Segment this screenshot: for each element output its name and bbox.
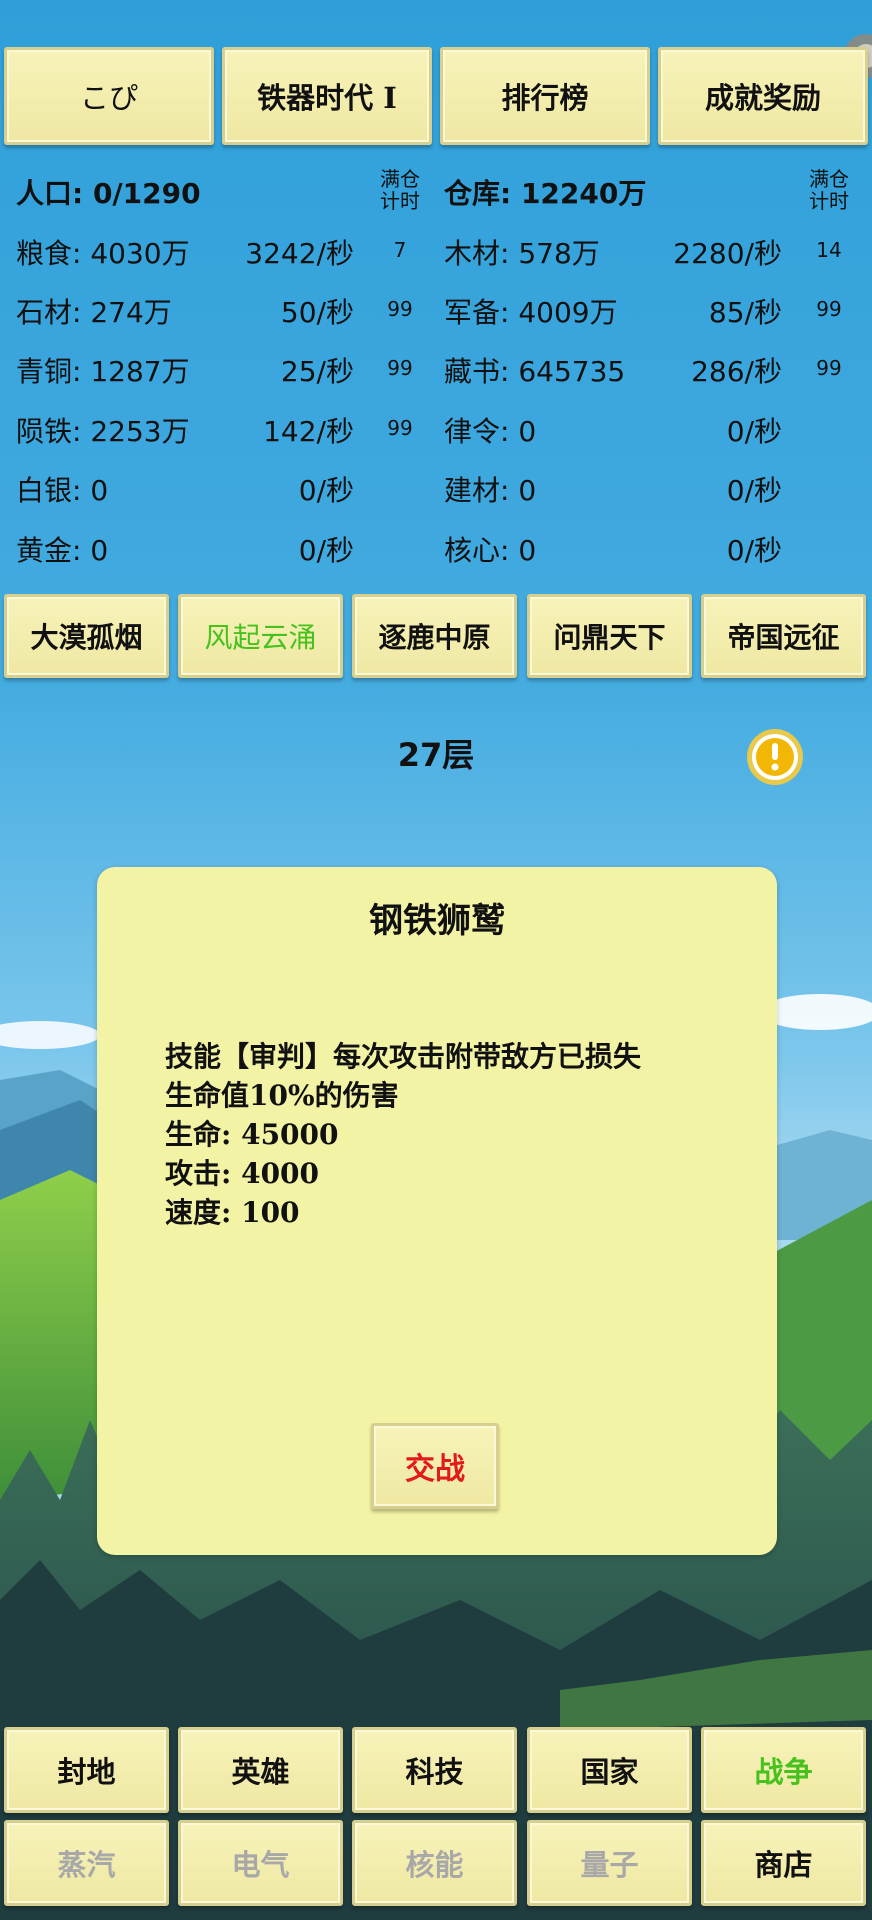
resource-books-full: 99 (816, 356, 842, 380)
enemy-skill-line-1: 技能【审判】每次攻击附带敌方已损失 (165, 1040, 642, 1073)
resource-silver: 白银: 0 (16, 474, 109, 507)
resource-decree: 律令: 0 (444, 415, 537, 448)
nav-quantum[interactable]: 量子 (527, 1820, 692, 1906)
full-timer-header-left: 满仓 计时 (380, 167, 420, 213)
top-button-achievements[interactable]: 成就奖励 (658, 47, 868, 145)
resource-stone-rate: 50/秒 (280, 296, 354, 329)
resource-books: 藏书: 645735 (444, 355, 626, 388)
resource-armament-full: 99 (816, 297, 842, 321)
population-label: 人口: 0/1290 (16, 177, 201, 210)
resource-bronze-rate: 25/秒 (280, 355, 354, 388)
chapter-tab-5[interactable]: 帝国远征 (701, 594, 866, 678)
enemy-info-dialog: 钢铁狮鹫 技能【审判】每次攻击附带敌方已损失 生命值10%的伤害 生命: 450… (97, 867, 777, 1555)
resource-silver-rate: 0/秒 (298, 474, 354, 507)
nav-shop[interactable]: 商店 (701, 1820, 866, 1906)
nav-electric[interactable]: 电气 (178, 1820, 343, 1906)
chapter-tab-3[interactable]: 逐鹿中原 (352, 594, 517, 678)
resource-core: 核心: 0 (444, 534, 537, 567)
top-button-player-name[interactable]: こぴ (4, 47, 214, 145)
resource-armament: 军备: 4009万 (444, 296, 618, 329)
full-timer-header-right: 满仓 计时 (809, 167, 849, 213)
enemy-skill-line-2: 生命值10%的伤害 (165, 1079, 399, 1112)
enemy-speed: 速度: 100 (165, 1196, 300, 1229)
resource-core-rate: 0/秒 (726, 534, 782, 567)
resource-bronze-full: 99 (387, 356, 413, 380)
top-button-ranking[interactable]: 排行榜 (440, 47, 650, 145)
nav-fief[interactable]: 封地 (4, 1727, 169, 1813)
nav-nuclear[interactable]: 核能 (352, 1820, 517, 1906)
resource-wood-rate: 2280/秒 (673, 237, 782, 270)
chapter-tab-2[interactable]: 风起云涌 (178, 594, 343, 678)
top-button-era[interactable]: 铁器时代 Ⅰ (222, 47, 432, 145)
nav-heroes[interactable]: 英雄 (178, 1727, 343, 1813)
resource-gold: 黄金: 0 (16, 534, 109, 567)
resource-wood-full: 14 (816, 238, 842, 262)
nav-war[interactable]: 战争 (701, 1727, 866, 1813)
resource-food-rate: 3242/秒 (245, 237, 354, 270)
resource-meteoric-iron-rate: 142/秒 (263, 415, 354, 448)
resource-meteoric-iron-full: 99 (387, 416, 413, 440)
warehouse-label: 仓库: 12240万 (444, 177, 647, 210)
resource-books-rate: 286/秒 (691, 355, 782, 388)
nav-nation[interactable]: 国家 (527, 1727, 692, 1813)
exclamation-alert-icon[interactable] (746, 728, 804, 786)
resource-building-material: 建材: 0 (444, 474, 537, 507)
resource-food-full: 7 (393, 238, 407, 262)
resource-stone-full: 99 (387, 297, 413, 321)
resource-decree-rate: 0/秒 (726, 415, 782, 448)
resource-building-material-rate: 0/秒 (726, 474, 782, 507)
enemy-details: 技能【审判】每次攻击附带敌方已损失 生命值10%的伤害 生命: 45000 攻击… (165, 1037, 725, 1232)
floor-label: 27层 (397, 736, 475, 774)
resource-armament-rate: 85/秒 (708, 296, 782, 329)
chapter-tab-1[interactable]: 大漠孤烟 (4, 594, 169, 678)
enemy-hp: 生命: 45000 (165, 1118, 339, 1151)
nav-steam[interactable]: 蒸汽 (4, 1820, 169, 1906)
resource-gold-rate: 0/秒 (298, 534, 354, 567)
resource-wood: 木材: 578万 (444, 237, 600, 270)
fight-button[interactable]: 交战 (371, 1423, 499, 1509)
resource-stone: 石材: 274万 (16, 296, 172, 329)
enemy-attack: 攻击: 4000 (165, 1157, 320, 1190)
nav-tech[interactable]: 科技 (352, 1727, 517, 1813)
enemy-name: 钢铁狮鹫 (369, 901, 505, 941)
resource-food: 粮食: 4030万 (16, 237, 190, 270)
resource-bronze: 青铜: 1287万 (16, 355, 190, 388)
resource-meteoric-iron: 陨铁: 2253万 (16, 415, 190, 448)
chapter-tab-4[interactable]: 问鼎天下 (527, 594, 692, 678)
